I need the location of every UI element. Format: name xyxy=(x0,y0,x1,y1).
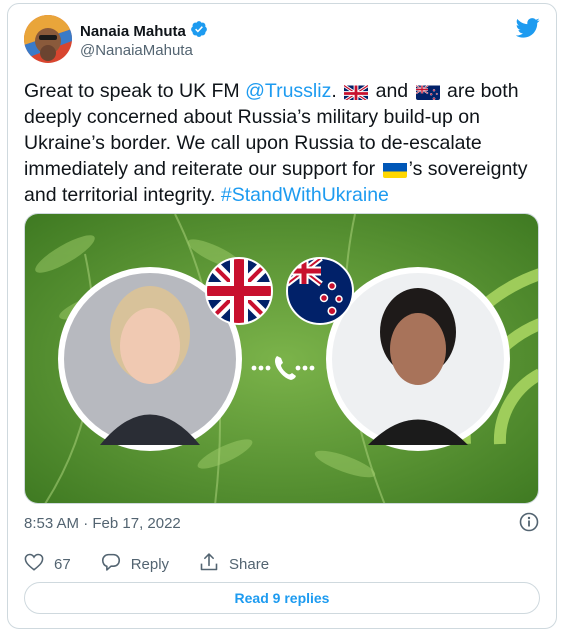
tweet-actions: 67 Reply Share xyxy=(24,552,299,576)
tweet-media-image[interactable] xyxy=(24,213,539,504)
nz-flag-badge xyxy=(286,257,354,325)
hashtag-link[interactable]: #StandWithUkraine xyxy=(221,184,389,206)
tweet-text: Great to speak to UK FM @Trussliz. and a… xyxy=(24,78,544,208)
like-button[interactable]: 67 xyxy=(24,553,71,575)
author-name-row: Nanaia Mahuta xyxy=(80,20,208,43)
verified-badge-icon xyxy=(190,20,208,43)
share-icon xyxy=(199,552,219,576)
tweet-timestamp[interactable]: 8:53 AM · Feb 17, 2022 xyxy=(24,515,181,532)
share-button[interactable]: Share xyxy=(199,552,269,576)
avatar[interactable] xyxy=(24,15,72,63)
twitter-bird-icon[interactable] xyxy=(515,18,540,43)
nz-flag-icon xyxy=(415,83,440,100)
uk-flag-icon xyxy=(344,83,369,100)
reply-button[interactable]: Reply xyxy=(101,553,169,576)
author-display-name[interactable]: Nanaia Mahuta xyxy=(80,23,186,40)
uk-flag-badge xyxy=(205,257,273,325)
author-handle[interactable]: @NanaiaMahuta xyxy=(80,42,193,59)
heart-icon xyxy=(24,553,44,575)
reply-label: Reply xyxy=(130,555,170,573)
tweet-card: Nanaia Mahuta @NanaiaMahuta Great to spe… xyxy=(7,3,557,629)
reply-icon xyxy=(101,553,121,576)
share-label: Share xyxy=(229,555,270,573)
tweet-text-segment: Great to speak to UK FM xyxy=(24,80,246,102)
ukraine-flag-icon xyxy=(382,161,407,178)
tweet-text-segment: and xyxy=(370,80,414,102)
like-count: 67 xyxy=(54,555,71,573)
mention-link[interactable]: @Trussliz xyxy=(245,80,331,102)
read-replies-button[interactable]: Read 9 replies xyxy=(24,582,540,614)
info-icon[interactable] xyxy=(519,512,539,537)
tweet-text-segment: . xyxy=(331,80,343,102)
